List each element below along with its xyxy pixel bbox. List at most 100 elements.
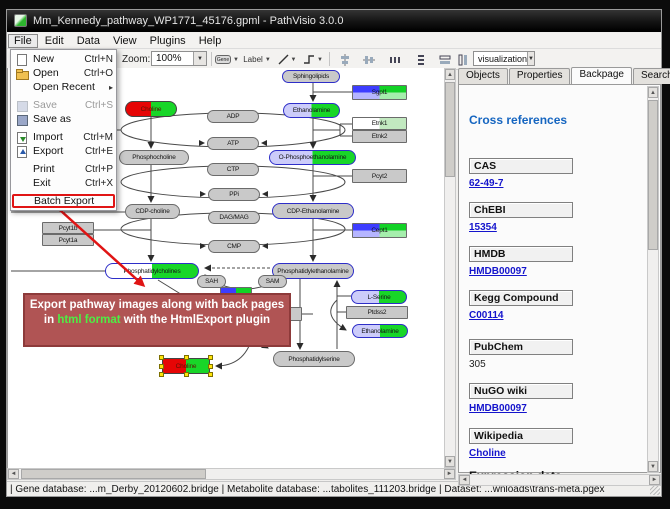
scroll-down-icon[interactable]: ▼	[445, 456, 455, 467]
vscroll-thumb[interactable]	[648, 100, 658, 250]
menu-plugins[interactable]: Plugins	[144, 34, 192, 48]
sidebar-hscrollbar[interactable]: ◄ ►	[458, 474, 661, 486]
pathway-node-cdp-choline[interactable]: CDP-choline	[125, 204, 180, 219]
node-label: Phosphatidylserine	[288, 356, 339, 363]
node-label: Choline	[176, 363, 197, 370]
new-label-button[interactable]: Label▼	[243, 51, 271, 68]
pathway-node-phosphatidylcholines[interactable]: Phosphatidylcholines	[105, 263, 199, 279]
pathway-node-phosphatidylserine[interactable]: Phosphatidylserine	[273, 351, 355, 367]
selection-handle[interactable]	[208, 355, 213, 360]
file-menu-item-export[interactable]: ExportCtrl+E	[11, 144, 116, 158]
xref-link[interactable]: HMDB00097	[469, 403, 573, 414]
pathway-node-cept1[interactable]: Cept1	[352, 223, 407, 238]
hscroll-thumb[interactable]	[21, 469, 206, 479]
distribute-vertical-button[interactable]	[411, 51, 430, 68]
scroll-right-icon[interactable]: ►	[444, 469, 455, 479]
scroll-up-icon[interactable]: ▲	[648, 87, 658, 98]
selection-handle[interactable]	[208, 372, 213, 377]
align-center-y-icon	[363, 54, 375, 66]
menu-view[interactable]: View	[107, 34, 143, 48]
selection-handle[interactable]	[208, 364, 213, 369]
common-width-button[interactable]	[435, 51, 454, 68]
pathway-node-phosphocholine[interactable]: Phosphocholine	[119, 150, 189, 165]
selection-handle[interactable]	[159, 364, 164, 369]
file-menu-item-open-recent[interactable]: Open Recent▸	[11, 80, 116, 94]
tab-search[interactable]: Search	[633, 68, 670, 84]
pathway-node-ctp[interactable]: CTP	[207, 163, 259, 176]
title-bar[interactable]: Mm_Kennedy_pathway_WP1771_45176.gpml - P…	[7, 10, 661, 32]
chevron-down-icon[interactable]: ▼	[193, 52, 206, 65]
xref-link[interactable]: Choline	[469, 448, 573, 459]
pathway-node-o-phosphoethanolamine[interactable]: O-Phosphoethanolamine	[269, 150, 356, 165]
line-tool-button[interactable]: ▼	[275, 51, 299, 68]
pathway-node-etnk1[interactable]: Etnk1	[352, 117, 407, 130]
canvas-vscrollbar[interactable]: ▲ ▼	[444, 68, 456, 468]
file-menu-item-exit[interactable]: ExitCtrl+X	[11, 176, 116, 190]
xref-link[interactable]: C00114	[469, 310, 573, 321]
file-menu-item-open[interactable]: OpenCtrl+O	[11, 66, 116, 80]
zoom-combobox[interactable]: 100% ▼	[151, 51, 207, 66]
scroll-right-icon[interactable]: ►	[649, 475, 660, 485]
pathway-node-l-serine[interactable]: L-Serine	[351, 290, 407, 304]
xref-link[interactable]: 15354	[469, 222, 573, 233]
pathway-node-ptdss2[interactable]: Ptdss2	[346, 306, 408, 319]
pathway-node-etnk2[interactable]: Etnk2	[352, 130, 407, 143]
file-menu-item-new[interactable]: NewCtrl+N	[11, 52, 116, 66]
tab-properties[interactable]: Properties	[509, 68, 571, 84]
scroll-down-icon[interactable]: ▼	[648, 461, 658, 472]
xref-link[interactable]: 62-49-7	[469, 178, 573, 189]
distribute-vertical-icon	[415, 54, 427, 66]
menu-help[interactable]: Help	[193, 34, 228, 48]
pathway-node-sgpl1[interactable]: Sgpl1	[352, 85, 407, 100]
pathway-node-dag-mag[interactable]: DAG/MAG	[208, 211, 260, 224]
menu-data[interactable]: Data	[71, 34, 106, 48]
selection-handle[interactable]	[184, 372, 189, 377]
file-menu-item-batch-export[interactable]: Batch Export	[12, 194, 115, 208]
new-datanode-button[interactable]: Gene▼	[214, 51, 240, 68]
file-menu-item-save[interactable]: SaveCtrl+S	[11, 98, 116, 112]
file-menu-item-import[interactable]: ImportCtrl+M	[11, 130, 116, 144]
tab-objects[interactable]: Objects	[458, 68, 508, 84]
node-label: CMP	[227, 243, 241, 250]
selection-handle[interactable]	[159, 355, 164, 360]
tab-backpage[interactable]: Backpage	[571, 67, 631, 84]
pathway-node-pcyt1b[interactable]: Pcyt1b	[42, 222, 94, 234]
pathway-node-cdp-ethanolamine[interactable]: CDP-Ethanolamine	[272, 203, 354, 219]
pathway-node-ppi[interactable]: PPi	[208, 188, 260, 201]
common-height-button[interactable]	[453, 51, 472, 68]
align-center-y-button[interactable]	[359, 51, 378, 68]
resize-grip[interactable]	[650, 485, 660, 495]
pathway-node-adp[interactable]: ADP	[207, 110, 259, 123]
pathway-node-sam[interactable]: SAM	[258, 275, 287, 288]
file-menu-item-save-as[interactable]: Save as	[11, 112, 116, 126]
backpage-panel: Cross references CAS62-49-7ChEBI15354HMD…	[458, 84, 661, 473]
scroll-left-icon[interactable]: ◄	[459, 475, 470, 485]
node-label: ADP	[227, 113, 240, 120]
sidebar-vscrollbar[interactable]: ▲ ▼	[647, 86, 659, 473]
selection-handle[interactable]	[184, 355, 189, 360]
pathway-node-pcyt2[interactable]: Pcyt2	[352, 169, 407, 183]
scroll-up-icon[interactable]: ▲	[445, 69, 455, 80]
xref-db-header: CAS	[469, 158, 573, 174]
pathway-node-ethanolamine[interactable]: Ethanolamine	[283, 103, 340, 118]
pathway-node-choline[interactable]: Choline	[125, 101, 177, 117]
xref-link[interactable]: HMDB00097	[469, 266, 573, 277]
scroll-left-icon[interactable]: ◄	[8, 469, 19, 479]
visualization-combobox[interactable]: visualization ▼	[473, 51, 535, 66]
pathway-node-cmp[interactable]: CMP	[208, 240, 260, 253]
pathway-node-ethanolamine[interactable]: Ethanolamine	[352, 324, 408, 338]
canvas-hscrollbar[interactable]: ◄ ►	[7, 468, 456, 480]
menu-edit[interactable]: Edit	[39, 34, 70, 48]
xref-section-kegg-compound: Kegg CompoundC00114	[469, 290, 573, 321]
pathway-node-sphingolipids[interactable]: Sphingolipids	[282, 70, 340, 83]
align-center-x-button[interactable]	[335, 51, 354, 68]
vscroll-thumb[interactable]	[445, 82, 455, 177]
menu-file[interactable]: File	[8, 34, 38, 48]
chevron-down-icon[interactable]: ▼	[527, 52, 534, 65]
pathway-node-atp[interactable]: ATP	[207, 137, 259, 150]
connector-tool-button[interactable]: ▼	[301, 51, 325, 68]
file-menu-item-print[interactable]: PrintCtrl+P	[11, 162, 116, 176]
pathway-node-pcyt1a[interactable]: Pcyt1a	[42, 234, 94, 246]
selection-handle[interactable]	[159, 372, 164, 377]
distribute-horizontal-button[interactable]	[385, 51, 404, 68]
